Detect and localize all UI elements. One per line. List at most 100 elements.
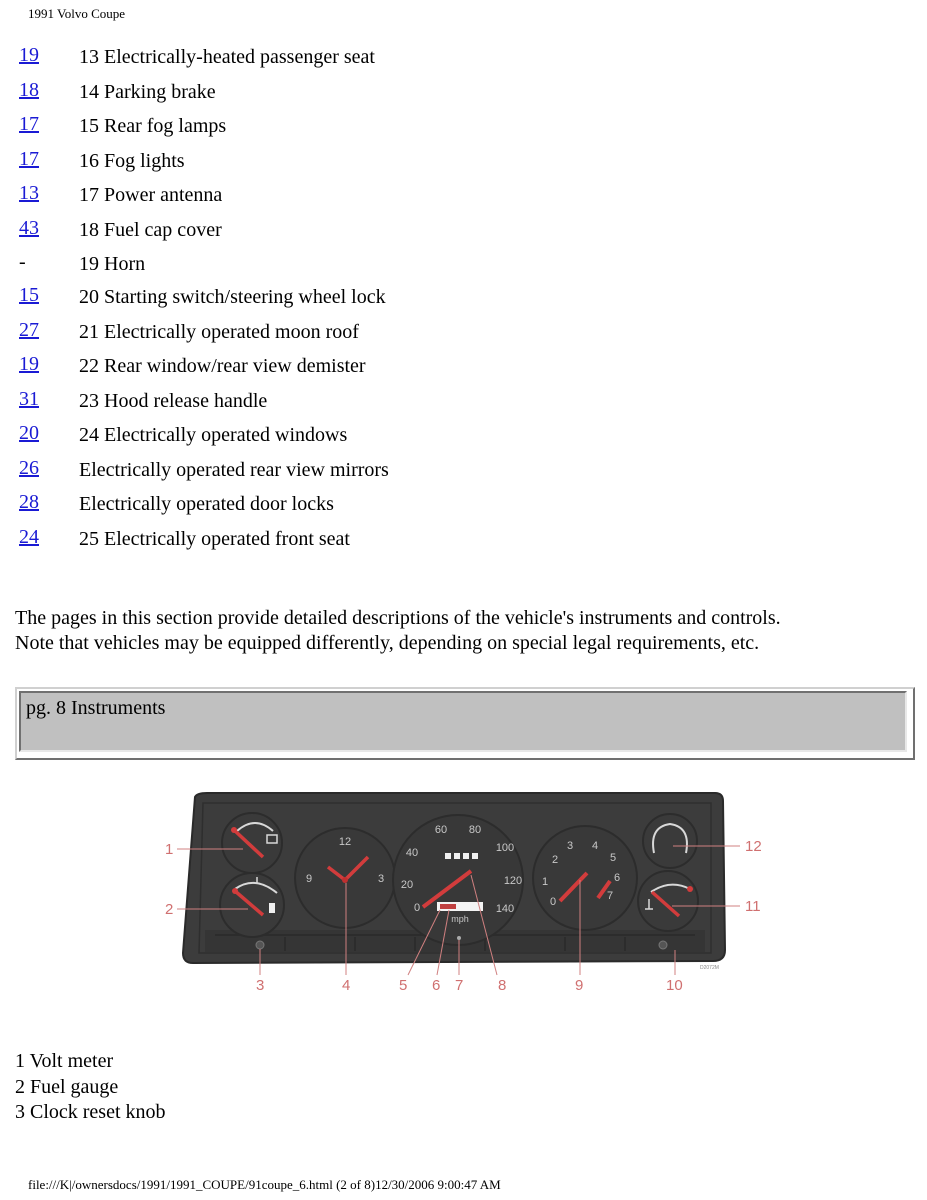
tacho-number: 4	[592, 840, 598, 852]
list-item: 31 23 Hood release handle	[0, 385, 927, 420]
page-header-title: 1991 Volvo Coupe	[28, 6, 126, 21]
callout-label: 9	[575, 977, 583, 994]
callout-label: 12	[745, 838, 762, 855]
tacho-number: 0	[550, 896, 556, 908]
speedo-unit: mph	[451, 914, 469, 924]
image-code: D2072M	[700, 965, 719, 971]
caption-item: 1 Volt meter	[15, 1050, 114, 1072]
tacho-number: 2	[552, 854, 558, 866]
list-item: 43 18 Fuel cap cover	[0, 214, 927, 249]
tacho-number: 1	[542, 876, 548, 888]
speedo-number: 60	[435, 824, 447, 836]
item-description: 16 Fog lights	[79, 149, 185, 172]
list-item: 17 15 Rear fog lamps	[0, 110, 927, 145]
page-link[interactable]: 28	[19, 488, 39, 516]
instrument-panel-figure: 12 3 9 0 20 40 60 80 100 120 140 mph 0 1…	[155, 785, 775, 1000]
callout-label: 4	[342, 977, 350, 994]
list-item: 15 20 Starting switch/steering wheel loc…	[0, 281, 927, 316]
item-description: 18 Fuel cap cover	[79, 218, 222, 241]
tachometer-icon: 0 1 2 3 4 5 6 7	[532, 825, 638, 931]
list-item: 26 Electrically operated rear view mirro…	[0, 454, 927, 489]
speedo-number: 20	[401, 879, 413, 891]
item-description: Electrically operated door locks	[79, 493, 334, 515]
page-link[interactable]: 26	[19, 454, 39, 482]
speedo-number: 140	[496, 903, 514, 915]
list-item: 13 17 Power antenna	[0, 179, 927, 214]
instrument-panel-illustration: 12 3 9 0 20 40 60 80 100 120 140 mph 0 1…	[165, 792, 762, 994]
item-description: 21 Electrically operated moon roof	[79, 320, 359, 343]
item-description: 17 Power antenna	[79, 184, 223, 206]
item-description: 25 Electrically operated front seat	[79, 527, 350, 550]
list-item: 24 25 Electrically operated front seat	[0, 523, 927, 558]
list-item: 28 Electrically operated door locks	[0, 488, 927, 523]
speedo-number: 100	[496, 842, 514, 854]
caption-item: 3 Clock reset knob	[15, 1101, 166, 1123]
trip-reset-knob-icon	[658, 940, 668, 950]
callout-label: 5	[399, 977, 407, 994]
section-heading-box: pg. 8 Instruments	[15, 687, 915, 760]
tacho-number: 7	[607, 890, 613, 902]
intro-line: The pages in this section provide detail…	[15, 607, 781, 629]
page-link[interactable]: 19	[19, 41, 39, 69]
item-description: 15 Rear fog lamps	[79, 115, 227, 137]
callout-label: 10	[666, 977, 683, 994]
tacho-number: 6	[614, 872, 620, 884]
item-description: Electrically operated rear view mirrors	[79, 458, 389, 481]
item-description: 19 Horn	[79, 253, 146, 275]
page-link[interactable]: 15	[19, 281, 39, 309]
callout-label: 6	[432, 977, 440, 994]
tacho-number: 3	[567, 840, 573, 852]
page-link[interactable]: 19	[19, 350, 39, 378]
fuel-gauge-icon	[219, 872, 285, 938]
page-link[interactable]: 20	[19, 419, 39, 447]
list-item: 18 14 Parking brake	[0, 76, 927, 111]
callout-label: 3	[256, 977, 264, 994]
page-link[interactable]: 31	[19, 385, 39, 413]
page-link[interactable]: 18	[19, 76, 39, 104]
figure-captions: 1 Volt meter 2 Fuel gauge 3 Clock reset …	[15, 1049, 166, 1126]
page-placeholder: -	[19, 251, 26, 273]
speedometer-icon: 0 20 40 60 80 100 120 140 mph	[392, 814, 524, 946]
page-link[interactable]: 13	[19, 179, 39, 207]
page-footer: file:///K|/ownersdocs/1991/1991_COUPE/91…	[28, 1177, 501, 1192]
volt-meter-icon	[221, 812, 283, 874]
callout-label: 8	[498, 977, 506, 994]
gauge-12-icon	[642, 813, 698, 869]
speedo-number: 80	[469, 824, 481, 836]
intro-line: Note that vehicles may be equipped diffe…	[15, 632, 760, 654]
section-heading: pg. 8 Instruments	[19, 691, 907, 752]
page-link[interactable]: 43	[19, 214, 39, 242]
clock-number: 3	[378, 873, 384, 885]
clock-icon: 12 3 9	[294, 827, 396, 929]
tacho-number: 5	[610, 852, 616, 864]
speedo-number: 120	[504, 875, 522, 887]
page-link[interactable]: 24	[19, 523, 39, 551]
item-description: 24 Electrically operated windows	[79, 424, 348, 446]
speedo-number: 0	[414, 902, 420, 914]
item-description: 13 Electrically-heated passenger seat	[79, 46, 375, 68]
callout-label: 2	[165, 901, 173, 918]
list-item: 17 16 Fog lights	[0, 145, 927, 180]
callout-label: 7	[455, 977, 463, 994]
list-item: 19 13 Electrically-heated passenger seat	[0, 41, 927, 76]
page-link[interactable]: 27	[19, 316, 39, 344]
list-item: 19 22 Rear window/rear view demister	[0, 350, 927, 385]
clock-number: 12	[339, 836, 351, 848]
item-description: 14 Parking brake	[79, 80, 216, 103]
list-item: - 19 Horn	[0, 248, 927, 281]
item-description: 23 Hood release handle	[79, 389, 268, 412]
caption-item: 2 Fuel gauge	[15, 1075, 119, 1098]
temperature-gauge-icon	[637, 870, 699, 932]
list-item: 27 21 Electrically operated moon roof	[0, 316, 927, 351]
list-item: 20 24 Electrically operated windows	[0, 419, 927, 454]
page-link[interactable]: 17	[19, 110, 39, 138]
callout-label: 1	[165, 841, 173, 858]
callout-label: 11	[745, 898, 761, 915]
speedo-number: 40	[406, 847, 418, 859]
intro-paragraph: The pages in this section provide detail…	[15, 606, 781, 656]
clock-reset-knob-icon	[255, 940, 265, 950]
reference-list: 19 13 Electrically-heated passenger seat…	[0, 41, 927, 557]
page-link[interactable]: 17	[19, 145, 39, 173]
item-description: 22 Rear window/rear view demister	[79, 355, 366, 377]
item-description: 20 Starting switch/steering wheel lock	[79, 286, 386, 308]
